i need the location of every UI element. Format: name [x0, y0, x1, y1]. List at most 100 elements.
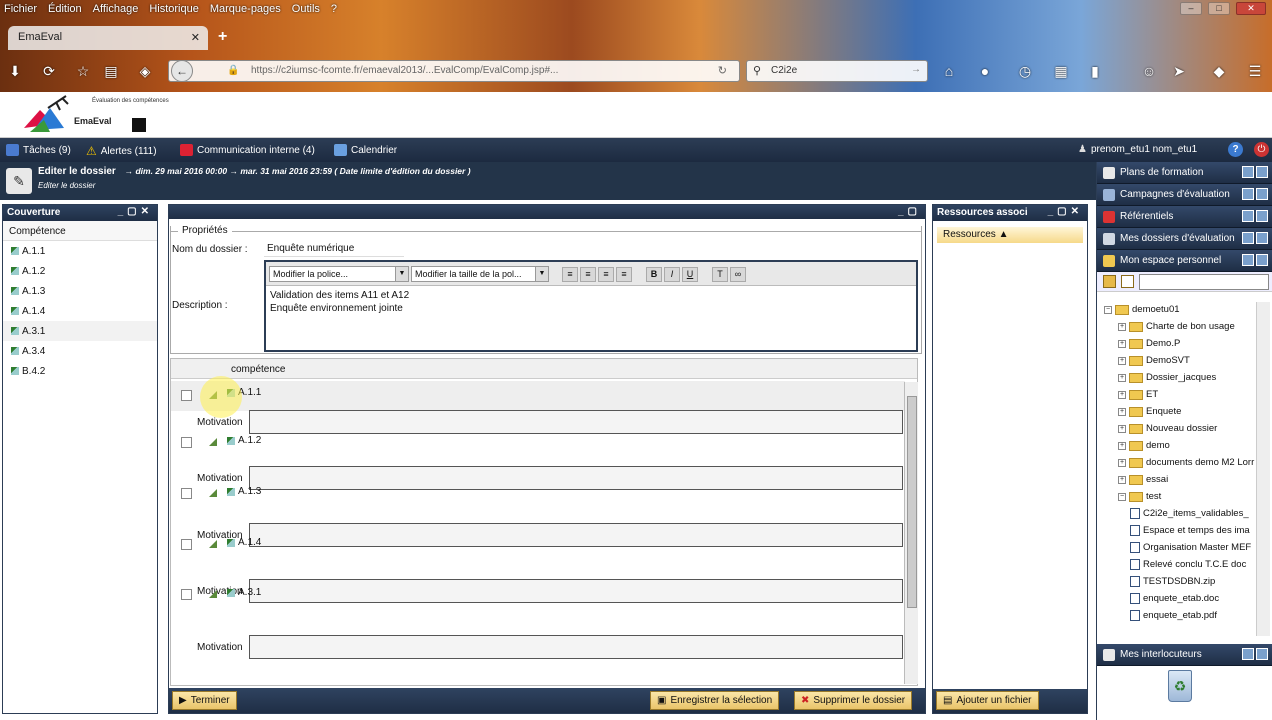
row-checkbox[interactable]: [181, 437, 192, 448]
competence-item[interactable]: A.1.3: [3, 281, 157, 301]
close-tab-icon[interactable]: ✕: [191, 31, 200, 44]
motivation-field[interactable]: [249, 410, 903, 434]
alertes-link[interactable]: ⚠ Alertes (111): [86, 144, 157, 158]
calendrier-link[interactable]: Calendrier: [334, 144, 397, 156]
hamburger-menu-icon[interactable]: ☰: [1246, 62, 1264, 80]
expand-icon[interactable]: [209, 438, 217, 446]
competence-column-header[interactable]: Compétence: [3, 221, 157, 241]
expand-icon[interactable]: +: [1118, 373, 1126, 382]
tree-folder[interactable]: + Nouveau dossier: [1118, 423, 1217, 434]
pocket-icon[interactable]: ◈: [136, 62, 154, 80]
grid-scrollbar[interactable]: [904, 382, 918, 684]
bold-icon[interactable]: B: [646, 267, 662, 282]
row-checkbox[interactable]: [181, 488, 192, 499]
description-editor[interactable]: Modifier la police... ▼ Modifier la taill…: [264, 260, 918, 352]
menu-aide[interactable]: ?: [331, 3, 337, 15]
menu-marque-pages[interactable]: Marque-pages: [210, 3, 281, 15]
menu-historique[interactable]: Historique: [149, 3, 199, 15]
ressources-column-header[interactable]: Ressources ▲: [937, 227, 1083, 243]
tree-file[interactable]: enquete_etab.pdf: [1130, 610, 1217, 621]
competence-item[interactable]: A.1.4: [3, 301, 157, 321]
expand-icon[interactable]: +: [1118, 322, 1126, 331]
expand-icon[interactable]: +: [1118, 339, 1126, 348]
expand-icon[interactable]: +: [1118, 407, 1126, 416]
competence-item[interactable]: A.3.1: [3, 321, 157, 341]
taches-link[interactable]: Tâches (9): [6, 144, 71, 156]
close-window-button[interactable]: ✕: [1236, 2, 1266, 15]
recycle-bin-icon[interactable]: ♻: [1168, 670, 1192, 702]
link-icon[interactable]: ∞: [730, 267, 746, 282]
back-arrow-icon[interactable]: ←: [171, 60, 193, 82]
tree-scrollbar[interactable]: [1256, 302, 1270, 636]
bookmark-star-icon[interactable]: ☆: [74, 62, 92, 80]
send-icon[interactable]: ➤: [1170, 62, 1188, 80]
tree-file[interactable]: Organisation Master MEF: [1130, 542, 1251, 553]
expand-icon[interactable]: +: [1118, 424, 1126, 433]
underline-icon[interactable]: U: [682, 267, 698, 282]
history-icon[interactable]: ◷: [1016, 62, 1034, 80]
search-go-icon[interactable]: →: [911, 64, 921, 75]
download-icon[interactable]: ⬇: [6, 62, 24, 80]
row-checkbox[interactable]: [181, 539, 192, 550]
row-checkbox[interactable]: [181, 589, 192, 600]
emoji-icon[interactable]: ☺: [1140, 62, 1158, 80]
minimize-button[interactable]: –: [1180, 2, 1202, 15]
communication-link[interactable]: Communication interne (4): [180, 144, 315, 156]
menu-edition[interactable]: Édition: [48, 3, 82, 15]
reload-icon[interactable]: ↻: [718, 64, 727, 77]
expand-icon[interactable]: +: [1118, 390, 1126, 399]
main-panel-controls[interactable]: _▢: [898, 206, 921, 217]
size-select[interactable]: Modifier la taille de la pol... ▼: [411, 266, 549, 282]
tree-file[interactable]: enquete_etab.doc: [1130, 593, 1219, 604]
menu-affichage[interactable]: Affichage: [93, 3, 139, 15]
competence-item[interactable]: B.4.2: [3, 361, 157, 381]
align-justify-icon[interactable]: ≡: [616, 267, 632, 282]
align-center-icon[interactable]: ≡: [580, 267, 596, 282]
maximize-button[interactable]: □: [1208, 2, 1230, 15]
font-select[interactable]: Modifier la police... ▼: [269, 266, 409, 282]
italic-icon[interactable]: I: [664, 267, 680, 282]
expand-icon[interactable]: +: [1118, 475, 1126, 484]
terminer-button[interactable]: ▶ Terminer: [172, 691, 237, 710]
panel-controls[interactable]: _▢✕: [118, 206, 153, 217]
url-bar[interactable]: ← 🔒 https://c2iumsc-fcomte.fr/emaeval201…: [168, 60, 740, 82]
expand-icon[interactable]: +: [1118, 441, 1126, 450]
description-text[interactable]: Validation des items A11 et A12 Enquête …: [266, 286, 916, 318]
screenshot-icon[interactable]: ▦: [1052, 62, 1070, 80]
sync-icon[interactable]: ⟳: [40, 62, 58, 80]
addon-abp-icon[interactable]: ●: [976, 62, 994, 80]
tree-folder-root[interactable]: − demoetu01: [1104, 304, 1180, 315]
tree-file[interactable]: C2i2e_items_validables_: [1130, 508, 1249, 519]
grid-scroll-thumb[interactable]: [907, 396, 917, 608]
tree-folder[interactable]: + Charte de bon usage: [1118, 321, 1235, 332]
grid-header-competence[interactable]: compétence: [231, 364, 285, 375]
library-icon[interactable]: ▤: [102, 62, 120, 80]
browser-tab[interactable]: EmaEval ✕: [8, 26, 208, 50]
nav-interlocuteurs[interactable]: Mes interlocuteurs: [1097, 644, 1272, 666]
row-checkbox[interactable]: [181, 390, 192, 401]
reader-icon[interactable]: ▮: [1086, 62, 1104, 80]
tree-file[interactable]: TESTDSDBN.zip: [1130, 576, 1215, 587]
addon-icon[interactable]: ◆: [1210, 62, 1228, 80]
competence-item[interactable]: A.3.4: [3, 341, 157, 361]
nav-buttons[interactable]: [1242, 648, 1268, 660]
panel-controls[interactable]: _▢✕: [1048, 206, 1083, 217]
expand-icon[interactable]: [209, 489, 217, 497]
align-right-icon[interactable]: ≡: [598, 267, 614, 282]
home-icon[interactable]: ⌂: [940, 62, 958, 80]
tree-folder[interactable]: + Demo.P: [1118, 338, 1180, 349]
tree-folder[interactable]: − test: [1118, 491, 1161, 502]
tree-file[interactable]: Espace et temps des ima: [1130, 525, 1250, 536]
enregistrer-button[interactable]: ▣ Enregistrer la sélection: [650, 691, 780, 710]
collapse-icon[interactable]: −: [1118, 492, 1126, 501]
tree-folder[interactable]: + demo: [1118, 440, 1170, 451]
menu-outils[interactable]: Outils: [292, 3, 320, 15]
expand-icon[interactable]: [209, 590, 217, 598]
supprimer-button[interactable]: ✖ Supprimer le dossier: [794, 691, 913, 710]
search-bar[interactable]: ⚲ C2i2e →: [746, 60, 928, 82]
tree-folder[interactable]: + Dossier_jacques: [1118, 372, 1216, 383]
text-color-icon[interactable]: T: [712, 267, 728, 282]
collapse-icon[interactable]: −: [1104, 305, 1112, 314]
expand-icon[interactable]: [209, 540, 217, 548]
tree-folder[interactable]: + essai: [1118, 474, 1168, 485]
